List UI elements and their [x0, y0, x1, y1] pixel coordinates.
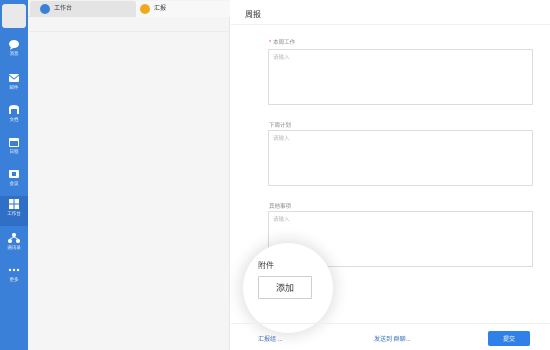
nav-rail: 消息 邮件 文档 日程 会议 工作台 通讯录 更多	[0, 0, 28, 350]
chat-bubble-icon	[9, 40, 19, 50]
sidebar-item-mail[interactable]: 邮件	[0, 70, 28, 100]
sidebar-item-workbench[interactable]: 工作台	[0, 196, 28, 226]
this-week-input[interactable]	[269, 50, 532, 104]
required-mark: *	[269, 40, 272, 46]
sidebar-item-label: 文档	[9, 117, 19, 122]
meeting-icon	[9, 170, 19, 178]
divider	[231, 323, 550, 324]
field-label-this-week: * 本周工作	[269, 40, 296, 46]
add-attachment-button[interactable]: 添加	[258, 276, 312, 299]
sidebar-item-label: 更多	[9, 277, 19, 282]
mail-icon	[8, 74, 20, 82]
sidebar-item-label: 工作台	[7, 211, 21, 216]
sidebar-item-label: 消息	[9, 51, 19, 56]
avatar[interactable]	[2, 4, 26, 28]
report-group-link[interactable]: 汇报组 ...	[258, 334, 283, 343]
tab-report[interactable]: 汇报	[136, 1, 230, 17]
sidebar-item-meeting[interactable]: 会议	[0, 166, 28, 196]
field-label-other: 其他事项	[269, 204, 292, 210]
sidebar-item-more[interactable]: 更多	[0, 262, 28, 292]
divider	[30, 31, 228, 32]
tab-label: 汇报	[154, 6, 167, 12]
next-week-field	[268, 130, 533, 186]
this-week-field	[268, 49, 533, 105]
field-label-next-week: 下周计划	[269, 123, 292, 129]
grid-icon	[9, 199, 19, 209]
sidebar-item-label: 通讯录	[7, 245, 21, 250]
workbench-icon	[40, 4, 50, 14]
tab-label: 工作台	[54, 6, 73, 12]
send-to-link[interactable]: 发送到 群聊...	[374, 334, 411, 343]
contacts-icon	[8, 233, 20, 243]
attachment-label: 附件	[258, 261, 274, 270]
sidebar-item-messages[interactable]: 消息	[0, 36, 28, 66]
report-list-pane	[28, 17, 230, 350]
report-icon	[140, 4, 150, 14]
sidebar-item-contacts[interactable]: 通讯录	[0, 230, 28, 260]
calendar-icon	[9, 138, 19, 147]
sidebar-item-docs[interactable]: 文档	[0, 102, 28, 132]
more-icon	[8, 268, 20, 272]
document-icon	[9, 105, 19, 114]
sidebar-item-label: 邮件	[9, 85, 19, 90]
sidebar-item-label: 日程	[9, 149, 19, 154]
tab-workbench[interactable]: 工作台	[30, 1, 136, 17]
divider	[231, 24, 550, 25]
sidebar-item-calendar[interactable]: 日程	[0, 134, 28, 164]
tab-bar: 工作台 汇报	[28, 0, 230, 17]
page-title: 周报	[245, 10, 261, 19]
sidebar-item-label: 会议	[9, 181, 19, 186]
next-week-input[interactable]	[269, 131, 532, 185]
submit-button[interactable]: 提交	[488, 331, 530, 346]
